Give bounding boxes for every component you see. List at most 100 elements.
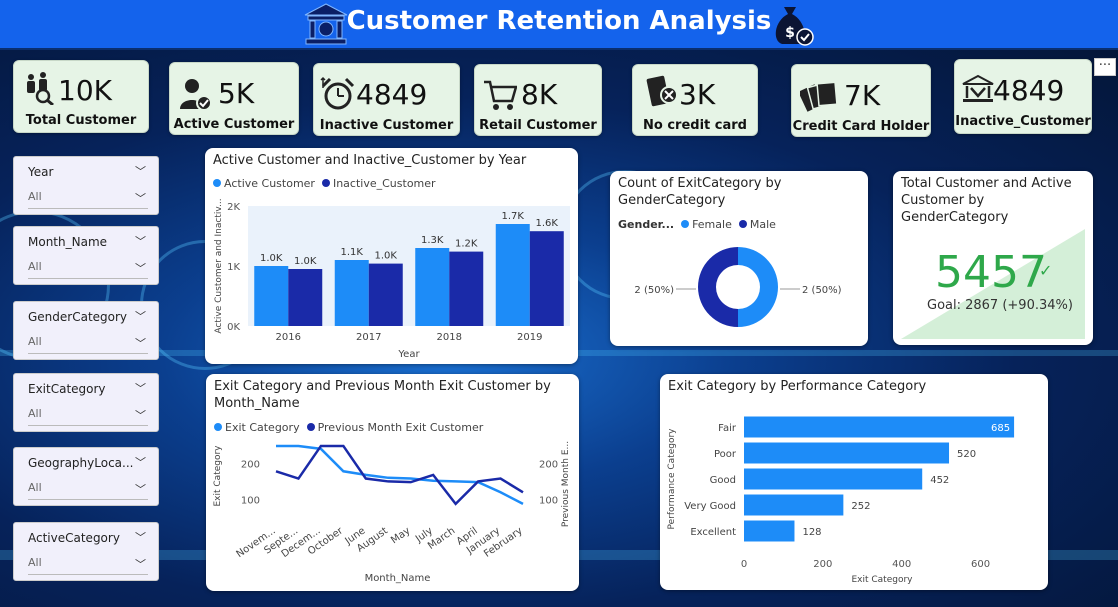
x-axis-title: Year xyxy=(397,349,420,360)
chevron-down-icon[interactable]: ﹀ xyxy=(135,407,146,423)
chart-title: Total Customer and Active Customer by Ge… xyxy=(901,176,1072,225)
kpi-value: 10K xyxy=(58,74,112,107)
user-check-icon xyxy=(180,79,212,111)
y2-tick-label: 100 xyxy=(539,496,558,507)
chevron-down-icon[interactable]: ﹀ xyxy=(135,481,146,497)
slicer-value[interactable]: All xyxy=(28,335,42,348)
page-title: Customer Retention Analysis xyxy=(346,6,772,36)
pie-slice xyxy=(698,247,738,327)
kpi-value: 3K xyxy=(679,78,716,111)
chevron-down-icon[interactable]: ﹀ xyxy=(135,190,146,206)
chart-exit-by-gender[interactable]: Count of ExitCategory by GenderCategory … xyxy=(610,171,868,346)
data-label: 685 xyxy=(991,423,1010,434)
x-tick-label: 400 xyxy=(892,559,911,570)
pie-slice xyxy=(738,247,778,327)
donut-chart: 2 (50%) 2 (50%) xyxy=(634,247,842,327)
slicer-month-name[interactable]: Month_Name ﹀ All ﹀ xyxy=(13,226,159,285)
y-tick-label: Fair xyxy=(718,423,737,434)
slicer-value[interactable]: All xyxy=(28,407,42,420)
svg-text:$: $ xyxy=(785,25,795,41)
x-tick-label: May xyxy=(389,525,412,546)
bar xyxy=(368,263,403,326)
slicer-title: GeographyLoca... xyxy=(28,456,134,470)
data-label: 1.0K xyxy=(260,253,283,264)
y2-tick-label: 200 xyxy=(539,459,558,470)
kpi-label: Active Customer xyxy=(173,117,295,132)
chevron-down-icon[interactable]: ﹀ xyxy=(135,556,146,572)
check-icon: ✓ xyxy=(1039,261,1053,280)
bank-down-icon xyxy=(962,74,994,102)
collapse-icon[interactable]: ﹀ xyxy=(135,380,146,396)
slicer-title: ActiveCategory xyxy=(28,531,120,545)
slicer-value[interactable]: All xyxy=(28,556,42,569)
bar xyxy=(288,269,323,326)
kpi-no-credit-card: 3K No credit card xyxy=(632,64,758,136)
y-tick-label: 100 xyxy=(241,496,260,507)
chart-exit-by-performance[interactable]: Exit Category by Performance Category Fa… xyxy=(660,374,1048,590)
bar xyxy=(529,231,564,326)
slicer-year[interactable]: Year ﹀ All ﹀ xyxy=(13,156,159,215)
horizontal-bar-chart: Fair 685 Poor 520 Good 452 Very Good 252 Excelle… xyxy=(667,416,1015,585)
y2-axis-title: Previous Month E... xyxy=(561,441,571,527)
x-tick-label: 2019 xyxy=(517,332,542,343)
bar-chart: 0K 1K 2KActive Customer and Inactiv... 1.0K… xyxy=(214,198,570,360)
kpi-credit-card-holder: 7K Credit Card Holder xyxy=(791,64,931,137)
slicer-value[interactable]: All xyxy=(28,190,42,203)
chevron-down-icon[interactable]: ﹀ xyxy=(135,335,146,351)
y-tick-label: Good xyxy=(710,475,736,486)
slicer-exit-category[interactable]: ExitCategory ﹀ All ﹀ xyxy=(13,373,159,432)
money-bag-icon: $ xyxy=(775,7,814,46)
collapse-icon[interactable]: ﹀ xyxy=(135,163,146,179)
slicer-active-category[interactable]: ActiveCategory ﹀ All ﹀ xyxy=(13,522,159,581)
more-options-button[interactable]: ··· xyxy=(1094,58,1116,76)
chart-active-inactive-by-year[interactable]: Active Customer and Inactive_Customer by… xyxy=(205,148,578,364)
bar xyxy=(495,224,530,326)
bar xyxy=(744,494,844,516)
y-tick-label: Poor xyxy=(714,449,737,460)
kpi-label: Inactive_Customer xyxy=(955,114,1091,129)
data-label: 1.0K xyxy=(375,251,398,262)
series-line xyxy=(275,444,524,506)
no-card-icon xyxy=(646,75,678,107)
title-bar: Customer Retention Analysis $ xyxy=(0,0,1118,50)
kpi-value: 4849 xyxy=(993,74,1065,107)
data-label: 520 xyxy=(957,449,976,460)
chart-exit-vs-previous-month[interactable]: Exit Category and Previous Month Exit Cu… xyxy=(206,374,579,591)
x-tick-label: 2017 xyxy=(356,332,381,343)
chevron-down-icon[interactable]: ﹀ xyxy=(135,260,146,276)
slicer-gender-category[interactable]: GenderCategory ﹀ All ﹀ xyxy=(13,301,159,360)
data-label: 2 (50%) xyxy=(634,285,674,296)
y-tick-label: 2K xyxy=(227,202,240,213)
kpi-label: Inactive Customer xyxy=(319,118,454,133)
slicer-value[interactable]: All xyxy=(28,260,42,273)
slicer-value[interactable]: All xyxy=(28,481,42,494)
data-label: 1.0K xyxy=(294,256,317,267)
collapse-icon[interactable]: ﹀ xyxy=(135,233,146,249)
bar xyxy=(744,468,923,490)
kpi-value: 5K xyxy=(218,77,255,110)
data-label: 2 (50%) xyxy=(802,285,842,296)
collapse-icon[interactable]: ﹀ xyxy=(135,529,146,545)
bar xyxy=(744,520,795,542)
kpi-total-customer: 10K Total Customer xyxy=(13,60,149,133)
bar xyxy=(744,416,1015,438)
y-tick-label: 200 xyxy=(241,459,260,470)
slicer-geography-location[interactable]: GeographyLoca... ﹀ All ﹀ xyxy=(13,447,159,506)
kpi-inactive-customer: 4849 Inactive Customer xyxy=(313,63,460,136)
bar xyxy=(254,266,289,326)
bar xyxy=(334,260,369,326)
kpi-label: No credit card xyxy=(643,118,747,133)
x-axis-title: Exit Category xyxy=(851,575,913,585)
series-line xyxy=(276,444,524,505)
data-label: 452 xyxy=(930,475,949,486)
customers-search-icon xyxy=(27,72,54,105)
gauge-goal: Goal: 2867 (+90.34%) xyxy=(927,298,1073,313)
x-tick-label: 600 xyxy=(971,559,990,570)
y-tick-label: 1K xyxy=(227,262,240,273)
slicer-title: ExitCategory xyxy=(28,382,106,396)
kpi-gauge-card[interactable]: Total Customer and Active Customer by Ge… xyxy=(893,171,1093,345)
collapse-icon[interactable]: ﹀ xyxy=(135,454,146,470)
collapse-icon[interactable]: ﹀ xyxy=(135,308,146,324)
y-tick-label: Excellent xyxy=(690,527,736,538)
kpi-retail-customer: 8K Retail Customer xyxy=(474,64,602,136)
